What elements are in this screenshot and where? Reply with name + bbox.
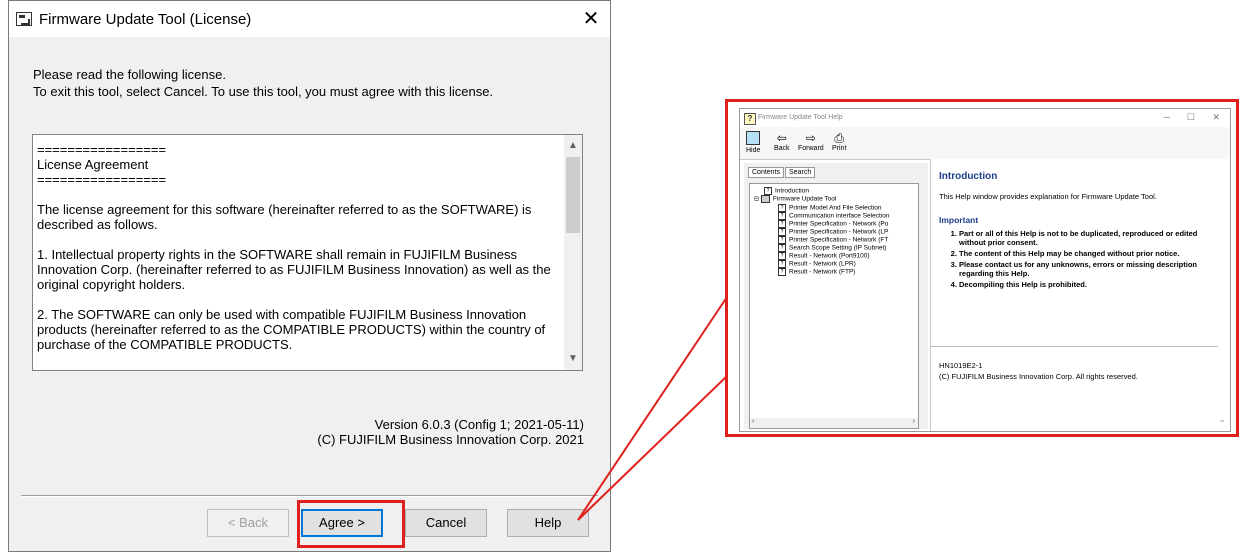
hide-icon [746, 131, 761, 145]
book-icon [760, 195, 770, 203]
hide-label: Hide [746, 147, 761, 154]
help-page-icon: ? [778, 204, 786, 212]
help-page-icon: ? [778, 252, 786, 260]
help-window: ? Firmware Update Tool Help ─ ☐ ✕ Hide ⇦… [739, 108, 1231, 432]
important-list: Part or all of this Help is not to be du… [939, 229, 1224, 291]
minimize-icon[interactable]: ─ [1164, 112, 1170, 122]
list-item: Please contact us for any unknowns, erro… [959, 260, 1224, 278]
list-item: Decompiling this Help is prohibited. [959, 280, 1224, 289]
important-heading: Important [939, 215, 979, 225]
help-copyright: (C) FUJIFILM Business Innovation Corp. A… [939, 372, 1138, 381]
back-toolbar-button[interactable]: ⇦ Back [774, 131, 790, 152]
contents-tree[interactable]: ? Introduction ⊟ Firmware Update Tool ? Pr… [749, 183, 919, 429]
print-toolbar-label: Print [832, 145, 847, 152]
tab-search[interactable]: Search [785, 167, 816, 178]
scroll-left-icon[interactable]: ‹ [752, 418, 754, 425]
help-app-icon: ? [744, 113, 756, 125]
back-arrow-icon: ⇦ [776, 131, 787, 145]
maximize-icon[interactable]: ☐ [1187, 112, 1195, 123]
chevron-down-icon[interactable]: ⌄ [1218, 414, 1226, 425]
content-divider [931, 346, 1218, 347]
list-item: Part or all of this Help is not to be du… [959, 229, 1224, 247]
content-intro: This Help window provides explanation fo… [939, 192, 1157, 201]
callout-line-top [577, 296, 728, 521]
back-toolbar-label: Back [774, 145, 790, 152]
help-page-icon: ? [778, 260, 786, 268]
help-page-icon: ? [778, 228, 786, 236]
help-title-bar: ? Firmware Update Tool Help ─ ☐ ✕ [740, 109, 1230, 127]
help-page-icon: ? [778, 220, 786, 228]
tree-horizontal-scrollbar[interactable]: ‹ › [750, 418, 918, 428]
list-item: The content of this Help may be changed … [959, 249, 1224, 258]
help-title: Firmware Update Tool Help [758, 114, 843, 121]
help-content-pane: Introduction This Help window provides e… [930, 159, 1230, 431]
scroll-right-icon[interactable]: › [913, 418, 915, 425]
help-page-icon: ? [778, 268, 786, 276]
tab-contents[interactable]: Contents [748, 167, 785, 178]
help-toolbar: Hide ⇦ Back ⇨ Forward ⎙ Print [740, 127, 1230, 160]
help-page-icon: ? [778, 244, 786, 252]
tree-item[interactable]: ? Result - Network (FTP) [778, 268, 855, 277]
forward-toolbar-button[interactable]: ⇨ Forward [798, 131, 824, 152]
help-navigation-pane: Contents Search ? Introduction ⊟ Firmware … [744, 163, 928, 429]
help-page-icon: ? [778, 236, 786, 244]
hide-button[interactable]: Hide [746, 131, 760, 154]
printer-icon: ⎙ [834, 131, 844, 145]
forward-arrow-icon: ⇨ [805, 131, 816, 145]
nav-tabs: Contents Search [748, 167, 816, 178]
content-heading: Introduction [939, 171, 998, 182]
print-toolbar-button[interactable]: ⎙ Print [832, 131, 846, 152]
tree-folder[interactable]: ⊟ Firmware Update Tool [754, 195, 836, 204]
collapse-icon: ⊟ [754, 196, 760, 203]
help-page-icon: ? [764, 187, 772, 195]
callout-line-bottom [577, 375, 728, 521]
document-code: HN1019E2-1 [939, 361, 983, 370]
help-close-icon[interactable]: ✕ [1212, 112, 1220, 123]
forward-toolbar-label: Forward [798, 145, 824, 152]
help-page-icon: ? [778, 212, 786, 220]
